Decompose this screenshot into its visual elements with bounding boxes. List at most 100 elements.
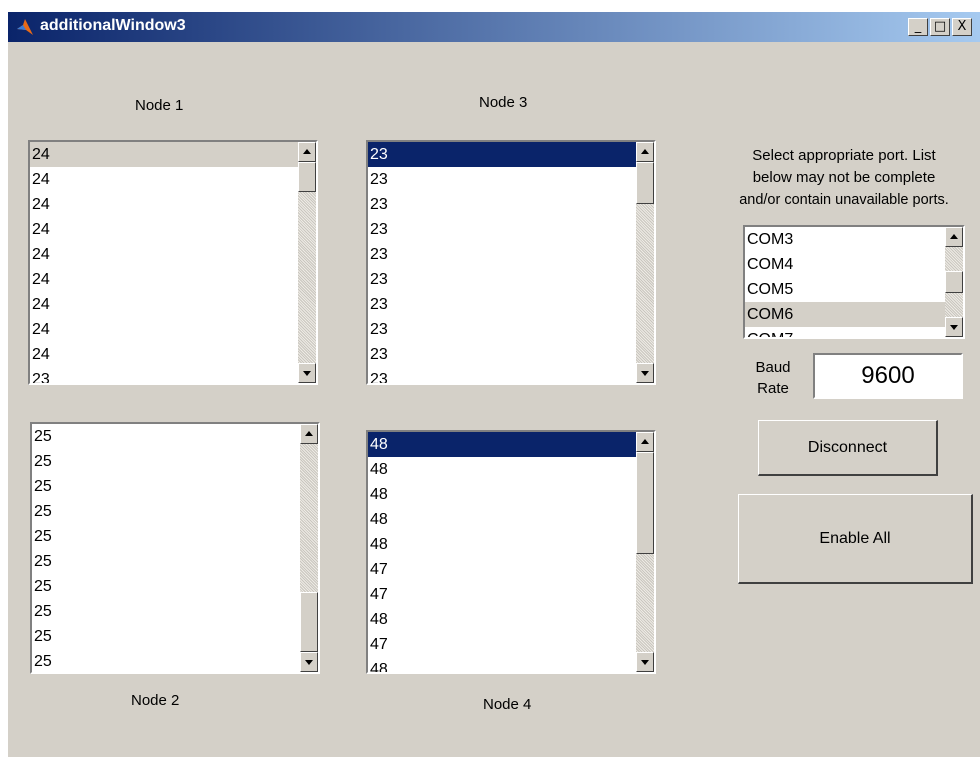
node3-scroll-down-button[interactable] [636, 363, 654, 383]
node3-list-item[interactable]: 23 [368, 342, 636, 367]
node4-scroll-up-button[interactable] [636, 432, 654, 452]
node1-scroll-thumb[interactable] [298, 162, 316, 192]
node1-list-item[interactable]: 24 [30, 242, 298, 267]
node1-listbox[interactable]: 24 24 24 24 24 24 24 24 24 23 [28, 140, 318, 385]
port-listbox[interactable]: COM3COM4COM5COM6COM7 [743, 225, 965, 339]
node1-list-item[interactable]: 24 [30, 167, 298, 192]
node4-list-item[interactable]: 48 [368, 657, 636, 672]
node1-items: 24 24 24 24 24 24 24 24 24 23 [30, 142, 298, 383]
node4-list-item[interactable]: 47 [368, 582, 636, 607]
node3-items: 23 23 23 23 23 23 23 23 23 23 [368, 142, 636, 383]
port-list-item[interactable]: COM7 [745, 327, 945, 337]
arrow-down-icon [641, 660, 649, 665]
node2-list-item[interactable]: 25 [32, 499, 300, 524]
enable-all-button[interactable]: Enable All [738, 494, 973, 584]
title-bar[interactable]: additionalWindow3 _ □ X [8, 12, 980, 42]
node4-scroll-down-button[interactable] [636, 652, 654, 672]
node4-list-item[interactable]: 47 [368, 632, 636, 657]
node4-list-item[interactable]: 48 [368, 432, 636, 457]
minimize-icon: _ [914, 19, 922, 34]
node3-list-item[interactable]: 23 [368, 267, 636, 292]
node1-list-item[interactable]: 24 [30, 142, 298, 167]
port-scroll-up-button[interactable] [945, 227, 963, 247]
node2-items: 25 25 25 25 25 25 25 25 25 25 [32, 424, 300, 672]
node3-scrollbar[interactable] [636, 142, 654, 383]
node4-label: Node 4 [483, 696, 532, 713]
node3-list-item[interactable]: 23 [368, 142, 636, 167]
arrow-up-icon [305, 431, 313, 436]
port-list-item[interactable]: COM3 [745, 227, 945, 252]
port-list-item[interactable]: COM4 [745, 252, 945, 277]
node4-scrollbar[interactable] [636, 432, 654, 672]
arrow-up-icon [641, 149, 649, 154]
node2-list-item[interactable]: 25 [32, 649, 300, 672]
node4-items: 48 48 48 48 48 47 47 48 47 48 [368, 432, 636, 672]
maximize-icon: □ [933, 19, 947, 34]
node1-list-item[interactable]: 24 [30, 217, 298, 242]
node4-listbox[interactable]: 48 48 48 48 48 47 47 48 47 48 [366, 430, 656, 674]
node2-list-item[interactable]: 25 [32, 524, 300, 549]
node3-list-item[interactable]: 23 [368, 192, 636, 217]
node4-list-item[interactable]: 48 [368, 507, 636, 532]
node3-list-item[interactable]: 23 [368, 167, 636, 192]
node4-list-item[interactable]: 48 [368, 532, 636, 557]
baud-rate-label: Baud Rate [748, 357, 798, 399]
node3-listbox[interactable]: 23 23 23 23 23 23 23 23 23 23 [366, 140, 656, 385]
window-title: additionalWindow3 [40, 17, 186, 34]
node3-list-item[interactable]: 23 [368, 317, 636, 342]
node2-list-item[interactable]: 25 [32, 424, 300, 449]
node2-list-item[interactable]: 25 [32, 549, 300, 574]
port-instructions-line1: Select appropriate port. List [752, 147, 936, 164]
maximize-button[interactable]: □ [930, 18, 950, 36]
port-scroll-down-button[interactable] [945, 317, 963, 337]
arrow-up-icon [950, 234, 958, 239]
arrow-up-icon [641, 439, 649, 444]
close-button[interactable]: X [952, 18, 972, 36]
node3-list-item[interactable]: 23 [368, 242, 636, 267]
node4-list-item[interactable]: 48 [368, 607, 636, 632]
node4-scroll-thumb[interactable] [636, 452, 654, 554]
node3-list-item[interactable]: 23 [368, 292, 636, 317]
port-scroll-thumb[interactable] [945, 271, 963, 293]
node2-list-item[interactable]: 25 [32, 599, 300, 624]
arrow-down-icon [950, 325, 958, 330]
node2-list-item[interactable]: 25 [32, 449, 300, 474]
node2-label: Node 2 [131, 692, 180, 709]
node4-list-item[interactable]: 48 [368, 482, 636, 507]
port-instructions-line3: and/or contain unavailable ports. [739, 192, 949, 208]
node3-scroll-thumb[interactable] [636, 162, 654, 204]
baud-rate-label-line1: Baud [755, 359, 791, 376]
arrow-down-icon [641, 371, 649, 376]
node2-scrollbar[interactable] [300, 424, 318, 672]
node2-list-item[interactable]: 25 [32, 474, 300, 499]
node1-list-item[interactable]: 24 [30, 342, 298, 367]
node1-scrollbar[interactable] [298, 142, 316, 383]
node2-scroll-down-button[interactable] [300, 652, 318, 672]
node1-list-item[interactable]: 24 [30, 267, 298, 292]
port-instructions-line2: below may not be complete [752, 169, 936, 186]
baud-rate-input[interactable]: 9600 [813, 353, 963, 399]
node1-list-item[interactable]: 23 [30, 367, 298, 383]
node1-list-item[interactable]: 24 [30, 192, 298, 217]
node4-list-item[interactable]: 47 [368, 557, 636, 582]
disconnect-button[interactable]: Disconnect [758, 420, 938, 476]
node3-list-item[interactable]: 23 [368, 367, 636, 383]
node2-list-item[interactable]: 25 [32, 574, 300, 599]
node1-label: Node 1 [135, 97, 184, 114]
node1-scroll-down-button[interactable] [298, 363, 316, 383]
node1-list-item[interactable]: 24 [30, 317, 298, 342]
node3-list-item[interactable]: 23 [368, 217, 636, 242]
node2-scroll-up-button[interactable] [300, 424, 318, 444]
node2-list-item[interactable]: 25 [32, 624, 300, 649]
node1-scroll-up-button[interactable] [298, 142, 316, 162]
port-list-item[interactable]: COM5 [745, 277, 945, 302]
node2-listbox[interactable]: 25 25 25 25 25 25 25 25 25 25 [30, 422, 320, 674]
node3-scroll-up-button[interactable] [636, 142, 654, 162]
minimize-button[interactable]: _ [908, 18, 928, 36]
port-list-item[interactable]: COM6 [745, 302, 945, 327]
port-scrollbar[interactable] [945, 227, 963, 337]
node3-label: Node 3 [479, 94, 528, 111]
node4-list-item[interactable]: 48 [368, 457, 636, 482]
node2-scroll-thumb[interactable] [300, 592, 318, 652]
node1-list-item[interactable]: 24 [30, 292, 298, 317]
